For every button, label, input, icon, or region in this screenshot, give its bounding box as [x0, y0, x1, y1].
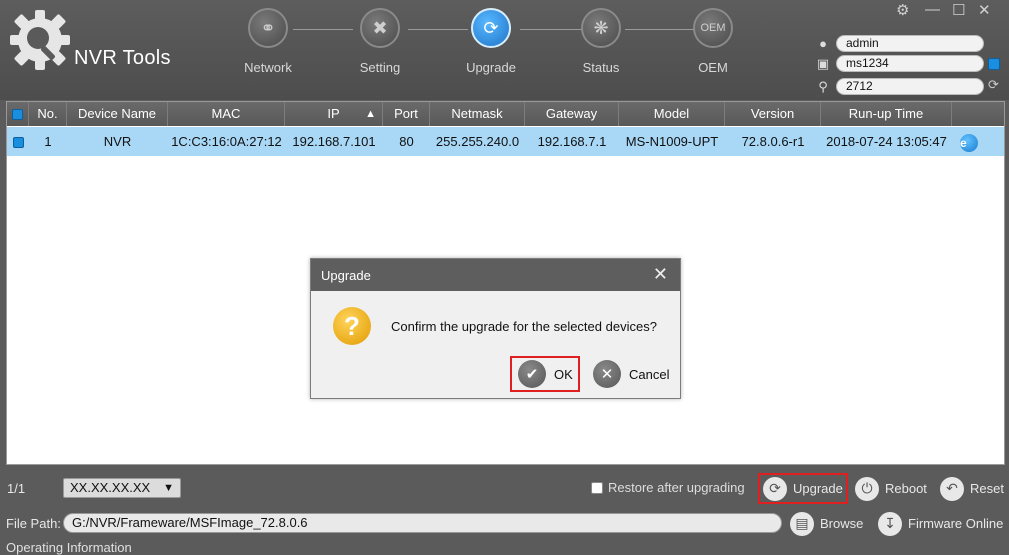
- upgrade-confirm-dialog: Upgrade ✕ ? Confirm the upgrade for the …: [310, 258, 681, 399]
- nav-label: OEM: [698, 60, 728, 75]
- status-icon: ❋: [581, 8, 621, 48]
- restore-after-upgrading-label: Restore after upgrading: [608, 480, 745, 495]
- reboot-label: Reboot: [885, 481, 927, 496]
- operating-information-label: Operating Information: [6, 540, 132, 555]
- question-icon: ?: [333, 307, 371, 345]
- cancel-label: Cancel: [629, 366, 670, 382]
- settings-gear-icon[interactable]: ⚙: [896, 1, 909, 19]
- col-header-ip-label: IP: [327, 106, 340, 121]
- cell-port: 80: [399, 134, 414, 149]
- browse-button[interactable]: ▤ Browse: [790, 508, 863, 539]
- table-header: No. Device Name MAC IP ▲ Port Netmask Ga…: [7, 102, 1004, 126]
- page-indicator: 1/1: [7, 481, 26, 496]
- file-path-field[interactable]: G:/NVR/Frameware/MSFImage_72.8.0.6: [63, 513, 782, 533]
- ok-button[interactable]: ✔ OK: [510, 356, 580, 392]
- nav-network[interactable]: ⚭ Network: [228, 8, 308, 75]
- col-header-version[interactable]: Version: [725, 102, 821, 126]
- show-password-checkbox[interactable]: [988, 58, 1000, 70]
- upgrade-icon: ⟳: [471, 8, 511, 48]
- cell-no: 1: [44, 134, 52, 149]
- col-header-netmask[interactable]: Netmask: [430, 102, 525, 126]
- power-icon: ⏻: [855, 476, 879, 501]
- col-header-no[interactable]: No.: [29, 102, 67, 126]
- version-select[interactable]: XX.XX.XX.XX ▼: [63, 478, 181, 498]
- header-bar: NVR Tools ⚭ Network ✖ Setting ⟳ Upgrade …: [0, 0, 1009, 100]
- dialog-title: Upgrade: [321, 268, 371, 283]
- col-header-model[interactable]: Model: [619, 102, 725, 126]
- app-logo-gear-icon: [10, 10, 70, 70]
- search-row: ⚲ 2712 ⟳: [816, 78, 1006, 96]
- nav-setting[interactable]: ✖ Setting: [340, 8, 420, 75]
- lock-icon: ▣: [816, 56, 830, 71]
- nav-label: Setting: [359, 60, 401, 75]
- col-header-mac[interactable]: MAC: [168, 102, 285, 126]
- restore-after-upgrading-checkbox[interactable]: [591, 482, 603, 494]
- ok-label: OK: [554, 366, 573, 382]
- firmware-online-button[interactable]: ↧ Firmware Online: [878, 508, 1003, 539]
- open-browser-icon[interactable]: e: [952, 127, 1004, 156]
- close-icon[interactable]: ✕: [978, 1, 991, 19]
- nav-label: Status: [582, 60, 620, 75]
- cell-run-up-time: 2018-07-24 13:05:47: [826, 134, 947, 149]
- oem-icon: OEM: [693, 8, 733, 48]
- version-select-value: XX.XX.XX.XX: [70, 480, 151, 495]
- reset-icon: ↶: [940, 476, 964, 501]
- username-field[interactable]: admin: [836, 35, 984, 52]
- upgrade-button[interactable]: ⟳ Upgrade: [758, 473, 848, 504]
- col-header-gateway[interactable]: Gateway: [525, 102, 619, 126]
- browse-label: Browse: [820, 516, 864, 531]
- upgrade-icon: ⟳: [763, 476, 787, 501]
- select-all-checkbox[interactable]: [7, 102, 29, 126]
- port-field[interactable]: 2712: [836, 78, 984, 95]
- password-row: ▣ ms1234: [816, 55, 1006, 73]
- nav-label: Network: [244, 60, 292, 75]
- nav-oem[interactable]: OEM OEM: [673, 8, 753, 75]
- cell-device-name: NVR: [103, 134, 132, 149]
- cancel-x-icon: ✕: [593, 360, 621, 388]
- checkmark-icon: ✔: [518, 360, 546, 388]
- dialog-close-icon[interactable]: ✕: [653, 264, 668, 285]
- username-row: ● admin: [816, 35, 1006, 53]
- refresh-icon[interactable]: ⟳: [988, 78, 1000, 91]
- reboot-button[interactable]: ⏻ Reboot: [855, 473, 927, 504]
- user-icon: ●: [819, 36, 827, 51]
- cell-model: MS-N1009-UPT: [625, 134, 719, 149]
- app-title: NVR Tools: [74, 47, 171, 69]
- tools-icon: ✖: [360, 8, 400, 48]
- download-icon: ↧: [878, 511, 902, 536]
- nav-status[interactable]: ❋ Status: [561, 8, 641, 75]
- nav-label: Upgrade: [466, 60, 516, 75]
- col-header-device-name[interactable]: Device Name: [67, 102, 168, 126]
- globe-icon: ⚭: [248, 8, 288, 48]
- maximize-icon[interactable]: ☐: [952, 1, 965, 19]
- cell-ip: 192.168.7.101: [292, 134, 376, 149]
- upgrade-label: Upgrade: [793, 481, 843, 496]
- row-checkbox[interactable]: [7, 127, 29, 156]
- dropdown-arrow-icon: ▼: [163, 482, 174, 494]
- cancel-button[interactable]: ✕ Cancel: [591, 356, 676, 392]
- file-path-label: File Path:: [6, 516, 61, 531]
- password-field[interactable]: ms1234: [836, 55, 984, 72]
- nav-upgrade[interactable]: ⟳ Upgrade: [451, 8, 531, 75]
- col-header-port[interactable]: Port: [383, 102, 430, 126]
- col-header-run-up-time[interactable]: Run-up Time: [821, 102, 952, 126]
- reset-button[interactable]: ↶ Reset: [940, 473, 1004, 504]
- col-header-action: [952, 102, 1004, 126]
- search-icon: ⚲: [818, 79, 828, 94]
- table-row[interactable]: 1 NVR 1C:C3:16:0A:27:12 192.168.7.101 80…: [7, 127, 1004, 156]
- cell-mac: 1C:C3:16:0A:27:12: [171, 134, 282, 149]
- reset-label: Reset: [970, 481, 1004, 496]
- dialog-message: Confirm the upgrade for the selected dev…: [391, 319, 657, 334]
- col-header-ip[interactable]: IP ▲: [285, 102, 383, 126]
- dialog-title-bar: Upgrade ✕: [311, 259, 680, 291]
- folder-icon: ▤: [790, 511, 814, 536]
- sort-ascending-icon: ▲: [365, 108, 376, 120]
- firmware-online-label: Firmware Online: [908, 516, 1004, 531]
- cell-version: 72.8.0.6-r1: [741, 134, 805, 149]
- cell-netmask: 255.255.240.0: [435, 134, 520, 149]
- minimize-icon[interactable]: —: [925, 1, 940, 18]
- cell-gateway: 192.168.7.1: [537, 134, 607, 149]
